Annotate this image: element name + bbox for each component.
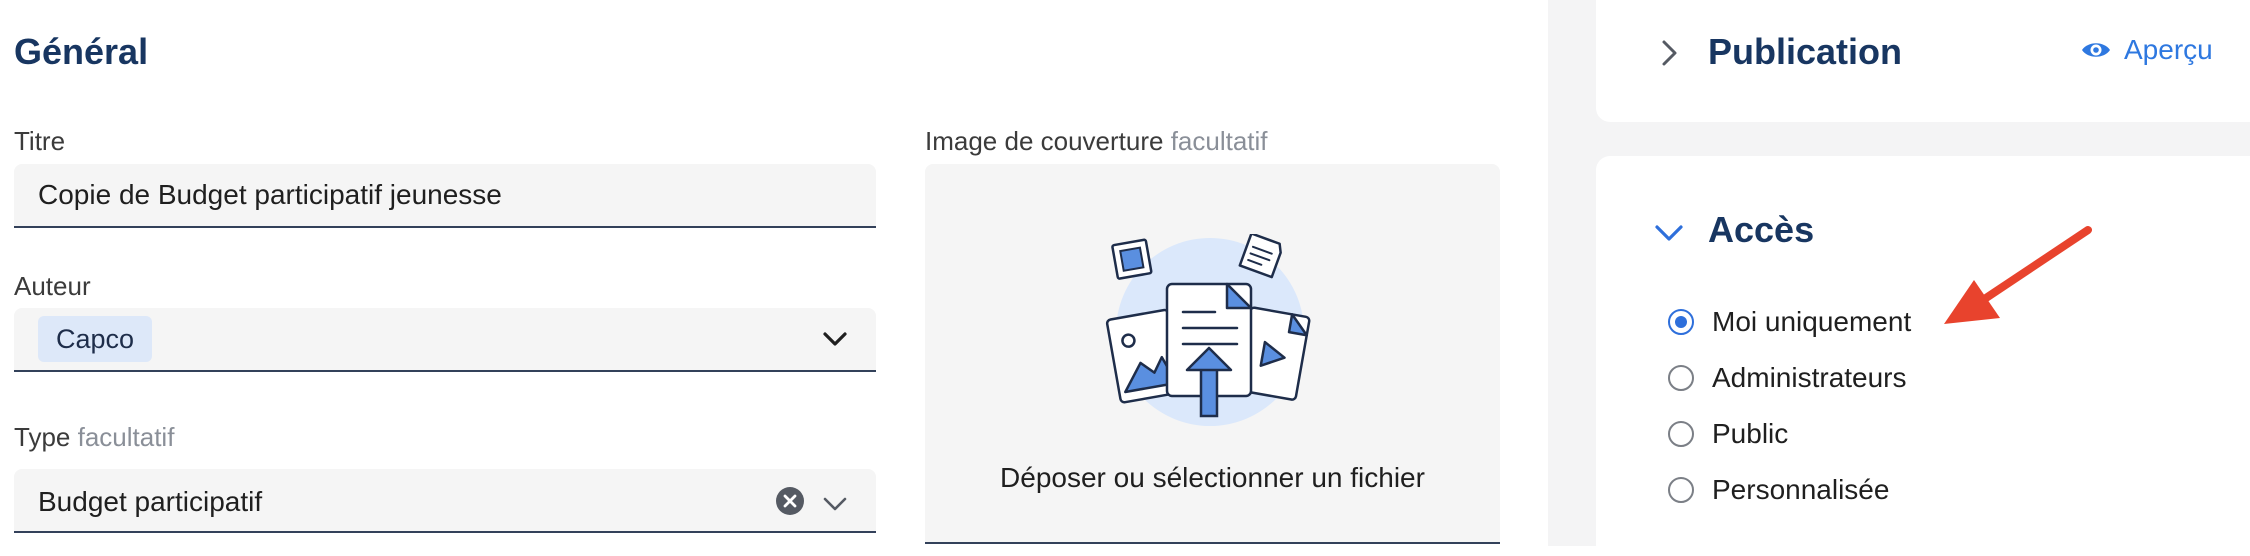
author-select[interactable]: Capco xyxy=(14,308,876,372)
radio-button[interactable] xyxy=(1668,365,1694,391)
radio-option-only-me[interactable]: Moi uniquement xyxy=(1668,306,1911,338)
radio-button[interactable] xyxy=(1668,421,1694,447)
chevron-down-icon[interactable] xyxy=(820,324,850,354)
type-optional-text: facultatif xyxy=(77,422,175,452)
author-tag[interactable]: Capco xyxy=(38,316,153,362)
cover-field-label: Image de couverture facultatif xyxy=(925,126,1268,156)
section-title-general: Général xyxy=(14,31,149,72)
radio-option-custom[interactable]: Personnalisée xyxy=(1668,474,1889,506)
radio-label: Public xyxy=(1712,418,1789,449)
type-select-value: Budget participatif xyxy=(38,486,263,517)
file-upload-illustration-icon xyxy=(1105,234,1311,426)
type-select[interactable]: Budget participatif xyxy=(14,469,876,533)
publication-card: Publication Aperçu xyxy=(1596,0,2250,122)
eye-icon xyxy=(2082,43,2110,57)
title-input-value: Copie de Budget participatif jeunesse xyxy=(38,179,502,210)
title-field-label: Titre xyxy=(14,126,66,156)
chevron-down-icon[interactable] xyxy=(1654,218,1684,248)
title-input[interactable]: Copie de Budget participatif jeunesse xyxy=(14,164,876,228)
cover-optional-text: facultatif xyxy=(1170,126,1268,156)
preview-link[interactable]: Aperçu xyxy=(2080,32,2213,68)
radio-option-administrators[interactable]: Administrateurs xyxy=(1668,362,1907,394)
chevron-down-icon[interactable] xyxy=(820,489,850,519)
publication-title[interactable]: Publication xyxy=(1708,28,1902,76)
radio-button[interactable] xyxy=(1668,477,1694,503)
dropzone-text: Déposer ou sélectionner un fichier xyxy=(1000,462,1425,493)
radio-button-checked[interactable] xyxy=(1668,309,1694,335)
chevron-right-icon[interactable] xyxy=(1654,38,1684,68)
access-card: Accès Moi uniquement Administrateurs Pub… xyxy=(1596,156,2250,556)
clear-icon[interactable] xyxy=(776,487,804,515)
radio-label: Administrateurs xyxy=(1712,362,1907,393)
radio-option-public[interactable]: Public xyxy=(1668,418,1788,450)
access-title[interactable]: Accès xyxy=(1708,206,1814,254)
cover-label-text: Image de couverture xyxy=(925,126,1164,156)
author-field-label: Auteur xyxy=(14,271,91,301)
cover-dropzone[interactable]: Déposer ou sélectionner un fichier xyxy=(925,164,1500,544)
radio-label: Moi uniquement xyxy=(1712,306,1912,337)
type-field-label: Type facultatif xyxy=(14,422,174,452)
type-label-text: Type xyxy=(14,422,71,452)
preview-label: Aperçu xyxy=(2124,34,2213,65)
radio-label: Personnalisée xyxy=(1712,474,1890,505)
annotation-arrow-icon xyxy=(1944,226,2092,324)
